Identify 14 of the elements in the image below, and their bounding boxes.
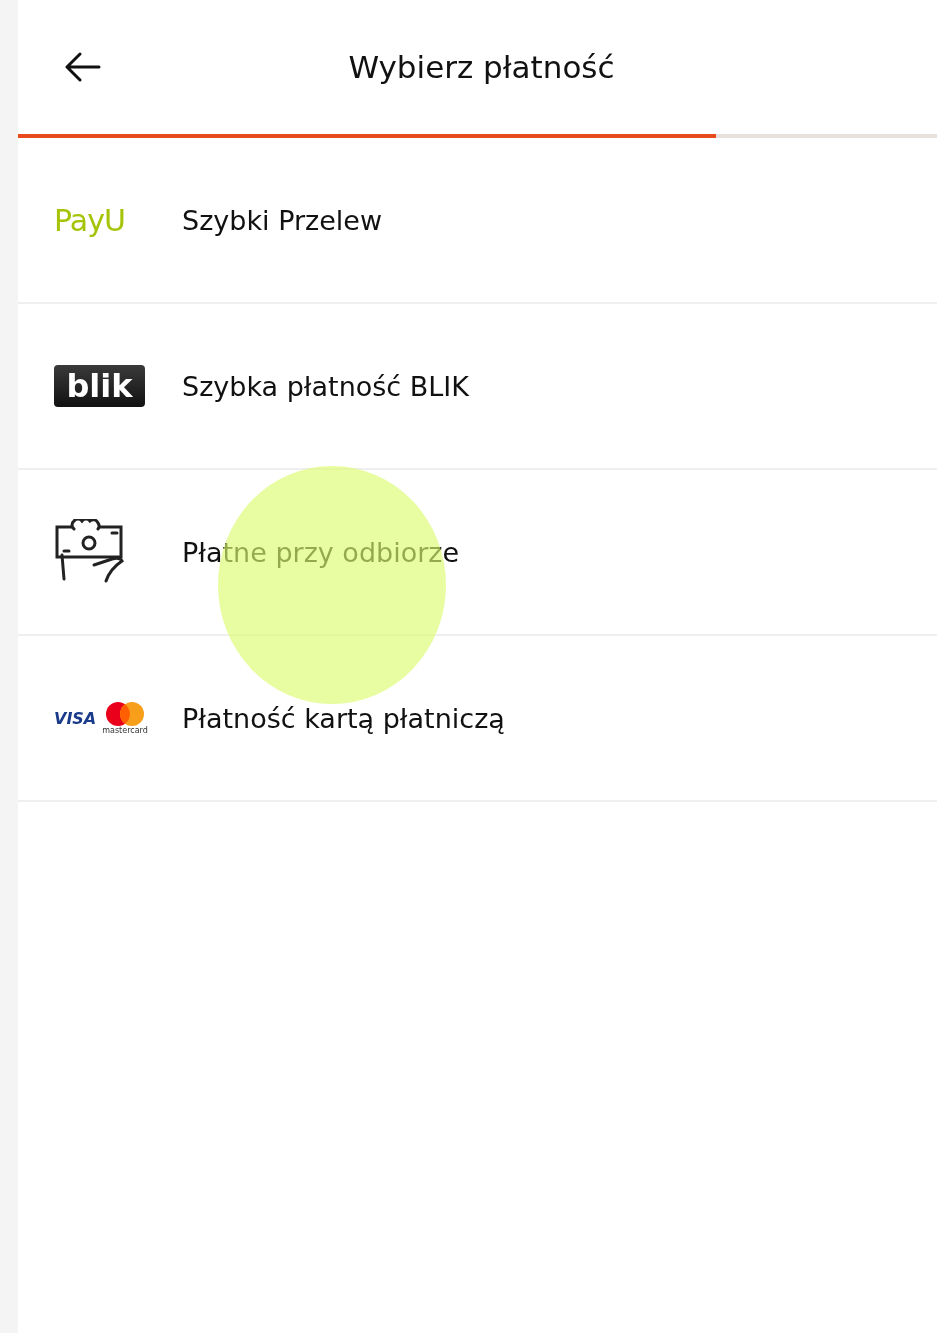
- payment-option-label: Szybki Przelew: [182, 204, 383, 236]
- payment-option[interactable]: VISA mastercard Płatność kartą płatniczą: [18, 636, 937, 802]
- page-title: Wybierz płatność: [347, 49, 616, 85]
- back-arrow-icon: [65, 52, 101, 82]
- visa-logo: VISA: [54, 708, 97, 728]
- payment-option[interactable]: PayU Szybki Przelew: [18, 138, 937, 304]
- cash-in-hand-icon: [54, 519, 124, 585]
- payment-option[interactable]: blik Szybka płatność BLIK: [18, 304, 937, 470]
- payment-option-label: Szybka płatność BLIK: [182, 370, 470, 402]
- payu-logo: PayU: [54, 202, 125, 238]
- mastercard-circles-icon: [105, 701, 146, 727]
- payment-option-label: Płatność kartą płatniczą: [182, 702, 505, 734]
- mastercard-caption: mastercard: [102, 727, 148, 735]
- blik-logo: blik: [54, 365, 145, 407]
